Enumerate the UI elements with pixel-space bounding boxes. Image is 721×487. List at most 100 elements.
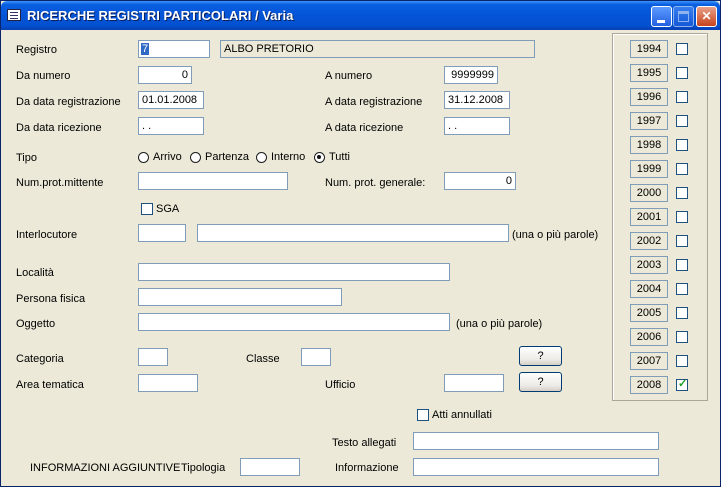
radio-tutti-label: Tutti [329,151,350,163]
interlocutore-label: Interlocutore [16,229,78,241]
da-data-ricezione-label: Da data ricezione [16,122,102,134]
num-prot-mittente-label: Num.prot.mittente [16,177,104,189]
a-data-registrazione-label: A data registrazione [325,96,423,108]
year-label-2008: 2008 [630,376,668,394]
atti-annullati-label: Atti annullati [432,409,492,421]
minimize-button[interactable] [651,6,672,27]
app-icon[interactable] [7,9,21,21]
num-prot-generale-label: Num. prot. generale: [325,177,426,189]
close-icon: ✕ [701,9,712,23]
radio-tutti-indicator [314,151,325,163]
year-label-1996: 1996 [630,88,668,106]
a-data-ricezione-input[interactable]: . . [444,117,510,135]
year-label-2006: 2006 [630,328,668,346]
oggetto-label: Oggetto [16,318,56,330]
maximize-button[interactable] [673,6,694,27]
radio-partenza-label: Partenza [205,151,250,163]
tipo-label: Tipo [16,152,37,164]
da-data-registrazione-label: Da data registrazione [16,96,121,108]
tipo-radio-interno[interactable]: Interno [256,150,305,164]
year-checkbox-2001[interactable] [676,211,688,223]
interlocutore-hint: (una o più parole) [512,229,599,241]
year-label-2007: 2007 [630,352,668,370]
da-data-registrazione-input[interactable]: 01.01.2008 [138,91,204,109]
a-data-registrazione-input[interactable]: 31.12.2008 [444,91,510,109]
tipo-radio-partenza[interactable]: Partenza [190,150,249,164]
minimize-icon [657,20,665,23]
categoria-input[interactable] [138,348,168,366]
year-label-2002: 2002 [630,232,668,250]
year-label-2003: 2003 [630,256,668,274]
year-label-1999: 1999 [630,160,668,178]
year-checkbox-2000[interactable] [676,187,688,199]
testo-allegati-label: Testo allegati [332,437,397,449]
a-data-ricezione-label: A data ricezione [325,122,404,134]
area-tematica-input[interactable] [138,374,198,392]
a-numero-input[interactable]: 9999999 [444,66,498,84]
informazione-label: Informazione [335,462,399,474]
radio-interno-indicator [256,151,267,163]
tipo-radio-arrivo[interactable]: Arrivo [138,150,182,164]
localita-input[interactable] [138,263,450,281]
title-bar[interactable]: RICERCHE REGISTRI PARTICOLARI / Varia ✕ [1,1,720,30]
year-checkbox-2002[interactable] [676,235,688,247]
informazione-input[interactable] [413,458,659,476]
radio-interno-label: Interno [271,151,306,163]
tipologia-label: Tipologia [181,462,226,474]
testo-allegati-input[interactable] [413,432,659,450]
ufficio-lookup-button[interactable]: ? [519,372,562,392]
num-prot-mittente-input[interactable] [138,172,288,190]
da-numero-input[interactable]: 0 [138,66,192,84]
sga-label: SGA [156,203,180,215]
tipo-radio-tutti[interactable]: Tutti [314,150,350,164]
oggetto-hint: (una o più parole) [456,318,543,330]
year-label-1998: 1998 [630,136,668,154]
categoria-lookup-button[interactable]: ? [519,346,562,366]
persona-fisica-input[interactable] [138,288,342,306]
year-checkbox-2005[interactable] [676,307,688,319]
interlocutore-input[interactable] [197,224,509,242]
oggetto-input[interactable] [138,313,450,331]
year-checkbox-1999[interactable] [676,163,688,175]
interlocutore-code-input[interactable] [138,224,186,242]
area-tematica-label: Area tematica [16,379,84,391]
ufficio-input[interactable] [444,374,504,392]
close-button[interactable]: ✕ [696,6,717,27]
sga-checkbox[interactable] [141,203,153,215]
localita-label: Località [16,267,54,279]
registro-code-value: 7 [141,43,150,55]
registro-label: Registro [16,44,57,56]
atti-annullati-checkbox[interactable] [417,409,429,421]
year-label-1994: 1994 [630,40,668,58]
year-label-2005: 2005 [630,304,668,322]
ufficio-label: Ufficio [325,379,356,391]
year-checkbox-1996[interactable] [676,91,688,103]
registro-name-field: ALBO PRETORIO [220,40,535,58]
year-checkbox-2004[interactable] [676,283,688,295]
year-label-2001: 2001 [630,208,668,226]
year-checkbox-2006[interactable] [676,331,688,343]
year-checkbox-2007[interactable] [676,355,688,367]
year-label-1995: 1995 [630,64,668,82]
year-checkbox-1998[interactable] [676,139,688,151]
persona-fisica-label: Persona fisica [16,293,86,305]
radio-partenza-indicator [190,151,201,163]
year-checkbox-1997[interactable] [676,115,688,127]
year-checkbox-1994[interactable] [676,43,688,55]
search-window: RICERCHE REGISTRI PARTICOLARI / Varia ✕ … [0,0,721,487]
window-title: RICERCHE REGISTRI PARTICOLARI / Varia [27,8,294,23]
da-data-ricezione-input[interactable]: . . [138,117,204,135]
num-prot-generale-input[interactable]: 0 [444,172,516,190]
year-label-2004: 2004 [630,280,668,298]
informazioni-aggiuntive-heading: INFORMAZIONI AGGIUNTIVE [30,462,181,474]
categoria-label: Categoria [16,353,64,365]
classe-input[interactable] [301,348,331,366]
year-checkbox-2003[interactable] [676,259,688,271]
year-checkbox-2008[interactable] [676,377,688,391]
year-label-2000: 2000 [630,184,668,202]
year-checkbox-1995[interactable] [676,67,688,79]
tipologia-input[interactable] [240,458,300,476]
year-label-1997: 1997 [630,112,668,130]
registro-code-input[interactable]: 7 [138,40,210,58]
radio-arrivo-label: Arrivo [153,151,182,163]
